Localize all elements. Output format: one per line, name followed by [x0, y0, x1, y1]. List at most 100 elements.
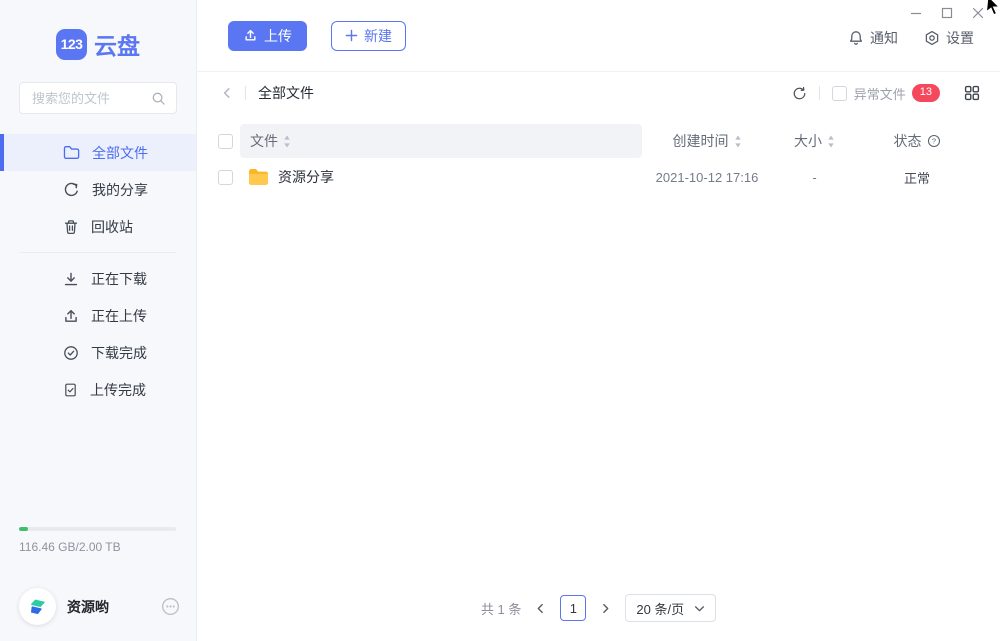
user-account[interactable]: 资源哟: [0, 554, 196, 641]
sidebar-item-label: 正在上传: [91, 306, 147, 326]
sort-carets-icon[interactable]: [827, 135, 835, 148]
upload-tray-icon: [243, 28, 258, 43]
table-row[interactable]: 资源分享 2021-10-12 17:16 - 正常: [218, 160, 977, 194]
column-label-created: 创建时间: [673, 131, 729, 151]
storage-usage: 116.46 GB/2.00 TB: [19, 527, 176, 554]
sidebar-item-all-files[interactable]: 全部文件: [0, 134, 196, 171]
toolbar: 上传 新建 通知 设置: [197, 0, 1000, 72]
search-input[interactable]: [30, 90, 151, 107]
sidebar-item-recycle-bin[interactable]: 回收站: [0, 208, 196, 245]
sidebar-item-label: 下载完成: [91, 343, 147, 363]
app-title: 云盘: [94, 27, 140, 61]
abnormal-files-checkbox[interactable]: [832, 86, 847, 101]
sidebar-nav: 全部文件 我的分享 回收站: [0, 134, 196, 245]
column-label-file: 文件: [250, 131, 278, 151]
sidebar-item-uploading[interactable]: 正在上传: [0, 297, 196, 334]
file-table: 文件 创建时间 大小: [197, 112, 1000, 583]
upload-button-label: 上传: [264, 26, 292, 46]
bell-icon: [848, 30, 864, 46]
breadcrumb-bar: 全部文件 异常文件 13: [197, 74, 1000, 112]
search-icon[interactable]: [151, 91, 166, 106]
filter-bar: 异常文件 13: [792, 84, 980, 103]
logo-123-icon: 123: [56, 29, 87, 60]
file-created-time: 2021-10-12 17:16: [656, 170, 759, 185]
settings-button[interactable]: 设置: [924, 28, 974, 48]
sidebar: 123 云盘 全部文件 我的分享: [0, 0, 197, 641]
trash-icon: [63, 219, 91, 235]
column-label-size: 大小: [794, 131, 822, 151]
user-name: 资源哟: [67, 597, 161, 617]
ellipsis-icon[interactable]: [161, 597, 180, 616]
sort-carets-icon[interactable]: [734, 135, 742, 148]
sidebar-item-label: 正在下载: [91, 269, 147, 289]
main-panel: 上传 新建 通知 设置: [197, 0, 1000, 641]
sidebar-item-label: 回收站: [91, 217, 133, 237]
next-page-icon[interactable]: [600, 603, 611, 614]
file-size: -: [812, 170, 816, 185]
sidebar-item-download-complete[interactable]: 下载完成: [0, 334, 196, 371]
column-header-status: 状态 ?: [857, 131, 977, 151]
row-file-cell[interactable]: 资源分享: [240, 167, 642, 187]
toolbar-right: 通知 设置: [848, 28, 1000, 48]
prev-page-icon[interactable]: [535, 603, 546, 614]
notifications-label: 通知: [870, 28, 898, 48]
page-size-select[interactable]: 20 条/页: [625, 594, 716, 622]
notifications-button[interactable]: 通知: [848, 28, 898, 48]
minimize-button[interactable]: [910, 7, 922, 19]
sidebar-item-label: 上传完成: [90, 380, 146, 400]
upload-icon: [63, 308, 91, 324]
select-all-checkbox[interactable]: [218, 134, 233, 149]
new-button[interactable]: 新建: [331, 21, 406, 51]
sidebar-item-label: 我的分享: [92, 180, 148, 200]
storage-usage-label: 116.46 GB/2.00 TB: [19, 540, 176, 554]
upload-button[interactable]: 上传: [228, 21, 307, 51]
page-size-value: 20 条/页: [636, 599, 684, 618]
abnormal-count-badge: 13: [912, 84, 940, 101]
app-logo: 123 云盘: [0, 27, 196, 61]
back-button[interactable]: [221, 87, 233, 99]
grid-view-icon[interactable]: [964, 85, 980, 101]
svg-text:?: ?: [931, 137, 935, 146]
folder-yellow-icon: [248, 168, 269, 186]
column-header-created[interactable]: 创建时间: [642, 131, 772, 151]
column-label-status: 状态: [894, 131, 922, 151]
search-box[interactable]: [19, 82, 177, 114]
close-button[interactable]: [972, 7, 984, 19]
check-circle-icon: [63, 345, 91, 361]
settings-label: 设置: [946, 28, 974, 48]
window-controls: [910, 7, 984, 19]
abnormal-files-label: 异常文件: [854, 84, 906, 103]
doc-check-icon: [63, 382, 90, 398]
sidebar-item-downloading[interactable]: 正在下载: [0, 260, 196, 297]
column-header-file[interactable]: 文件: [240, 124, 642, 158]
storage-progress-fill: [19, 527, 28, 531]
plus-icon: [345, 29, 358, 42]
sidebar-divider: [20, 252, 176, 253]
new-button-label: 新建: [364, 26, 392, 46]
sidebar-item-label: 全部文件: [92, 143, 148, 163]
sort-carets-icon[interactable]: [283, 135, 291, 148]
column-header-size[interactable]: 大小: [772, 131, 857, 151]
file-name[interactable]: 资源分享: [278, 167, 334, 187]
page-number-button[interactable]: 1: [560, 595, 586, 621]
refresh-icon[interactable]: [792, 86, 807, 101]
file-status: 正常: [904, 168, 930, 187]
breadcrumb-current: 全部文件: [258, 83, 314, 103]
download-icon: [63, 271, 91, 287]
chevron-down-icon: [694, 603, 705, 614]
avatar[interactable]: [19, 588, 56, 625]
storage-progress-track: [19, 527, 176, 531]
breadcrumb-divider: [245, 86, 246, 100]
maximize-button[interactable]: [941, 7, 953, 19]
pagination-total: 共 1 条: [481, 599, 521, 618]
share-icon: [63, 182, 92, 198]
app-window: 123 云盘 全部文件 我的分享: [0, 0, 1000, 641]
gear-icon: [924, 30, 940, 46]
pagination: 共 1 条 1 20 条/页: [197, 583, 1000, 641]
sidebar-item-my-shares[interactable]: 我的分享: [0, 171, 196, 208]
filter-divider: [819, 86, 820, 100]
help-icon[interactable]: ?: [927, 134, 941, 148]
row-checkbox[interactable]: [218, 170, 233, 185]
sidebar-item-upload-complete[interactable]: 上传完成: [0, 371, 196, 408]
folder-icon: [63, 145, 92, 160]
